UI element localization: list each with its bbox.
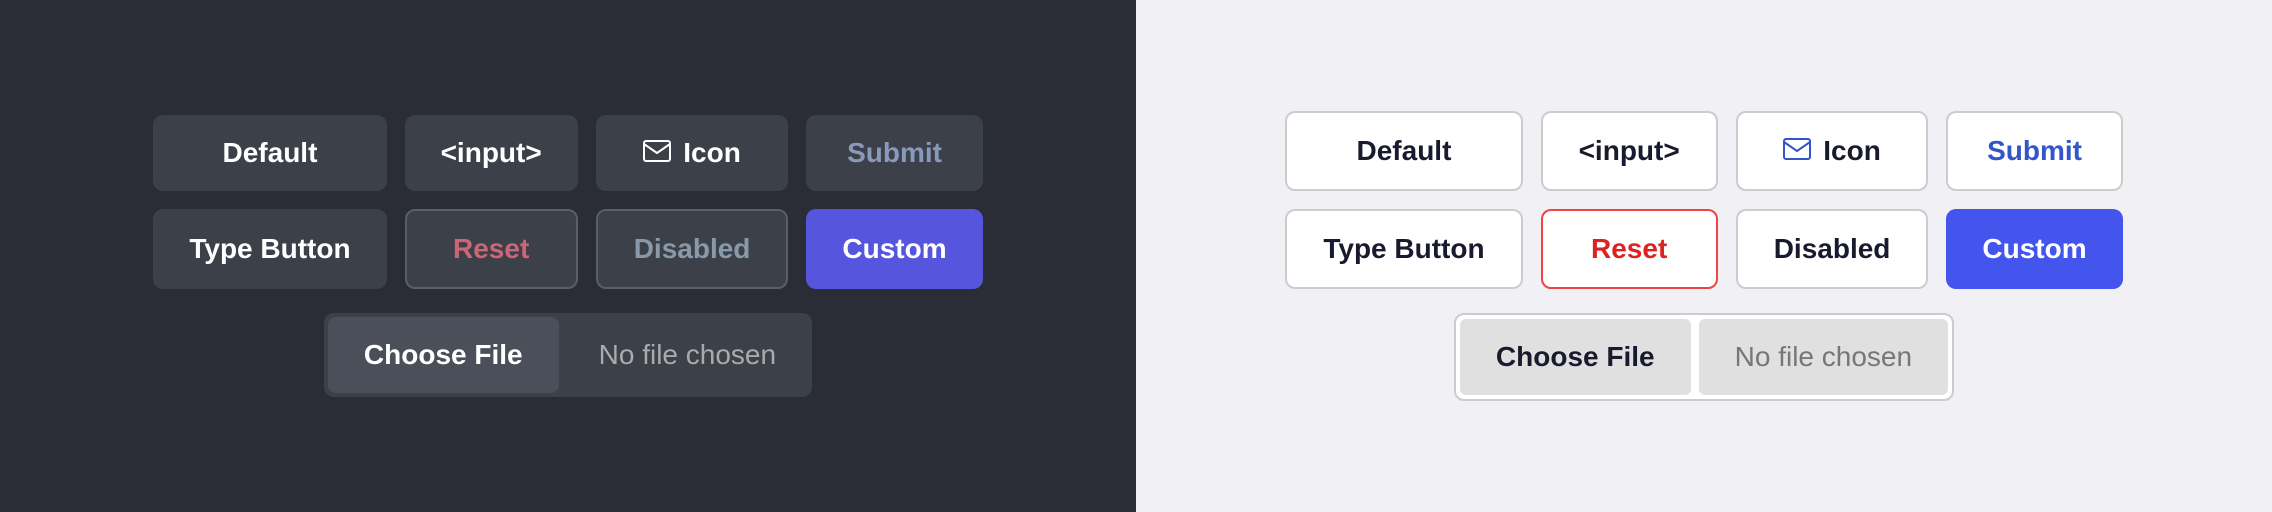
dark-theme-panel: Default <input> Icon Submit Type Button … [0, 0, 1136, 512]
light-icon-label: Icon [1823, 135, 1881, 167]
dark-icon-label: Icon [683, 137, 741, 169]
dark-input-button[interactable]: <input> [405, 115, 578, 191]
dark-default-button[interactable]: Default [153, 115, 386, 191]
light-default-label: Default [1357, 135, 1452, 167]
dark-type-label: Type Button [189, 233, 350, 265]
dark-file-input: Choose File No file chosen [324, 313, 812, 397]
light-choose-file-button[interactable]: Choose File [1460, 319, 1691, 395]
dark-input-label: <input> [441, 137, 542, 169]
dark-submit-label: Submit [847, 137, 942, 169]
dark-choose-file-button[interactable]: Choose File [328, 317, 559, 393]
light-button-grid: Default <input> Icon Submit Type Button … [1285, 111, 2122, 289]
light-type-button[interactable]: Type Button [1285, 209, 1522, 289]
dark-custom-label: Custom [842, 233, 946, 265]
light-disabled-label: Disabled [1774, 233, 1891, 265]
dark-default-label: Default [223, 137, 318, 169]
light-custom-label: Custom [1982, 233, 2086, 265]
dark-custom-button[interactable]: Custom [806, 209, 982, 289]
light-default-button[interactable]: Default [1285, 111, 1522, 191]
dark-reset-button[interactable]: Reset [405, 209, 578, 289]
light-disabled-button[interactable]: Disabled [1736, 209, 1929, 289]
dark-button-grid: Default <input> Icon Submit Type Button … [153, 115, 982, 289]
light-reset-label: Reset [1591, 233, 1667, 265]
dark-icon-button[interactable]: Icon [596, 115, 789, 191]
envelope-icon [643, 137, 671, 169]
light-reset-button[interactable]: Reset [1541, 209, 1718, 289]
light-type-label: Type Button [1323, 233, 1484, 265]
light-submit-button[interactable]: Submit [1946, 111, 2122, 191]
light-file-input: Choose File No file chosen [1454, 313, 1954, 401]
dark-type-button[interactable]: Type Button [153, 209, 386, 289]
light-choose-file-label: Choose File [1496, 341, 1655, 372]
dark-disabled-button[interactable]: Disabled [596, 209, 789, 289]
light-input-label: <input> [1579, 135, 1680, 167]
dark-choose-file-label: Choose File [364, 339, 523, 370]
dark-reset-label: Reset [453, 233, 529, 265]
light-no-file-text: No file chosen [1699, 319, 1948, 395]
dark-no-file-text: No file chosen [563, 317, 812, 393]
light-theme-panel: Default <input> Icon Submit Type Button … [1136, 0, 2272, 512]
light-icon-button[interactable]: Icon [1736, 111, 1929, 191]
light-submit-label: Submit [1987, 135, 2082, 167]
envelope-icon-light [1783, 135, 1811, 167]
dark-disabled-label: Disabled [634, 233, 751, 265]
dark-submit-button[interactable]: Submit [806, 115, 982, 191]
light-custom-button[interactable]: Custom [1946, 209, 2122, 289]
light-input-button[interactable]: <input> [1541, 111, 1718, 191]
